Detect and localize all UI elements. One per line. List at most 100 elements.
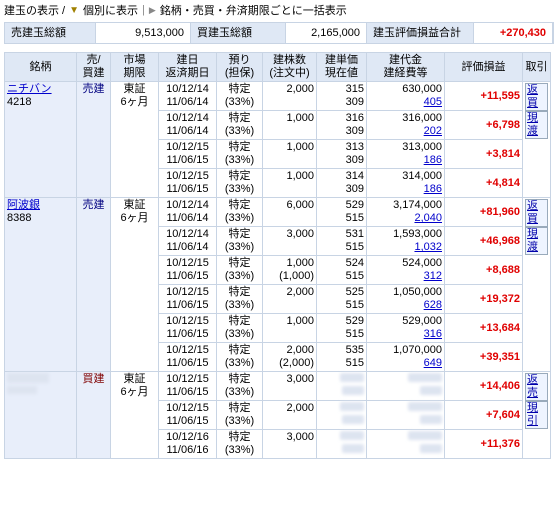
sell-total-value: 9,513,000 <box>96 23 191 43</box>
dates-cell: 10/12/14 11/06/14 <box>158 81 217 111</box>
amount-cell: 1,593,000 1,032 <box>366 226 445 256</box>
custody-cell: 特定 (33%) <box>216 255 263 285</box>
dates-cell: 10/12/15 11/06/15 <box>158 371 217 401</box>
col-amount: 建代金 建経費等 <box>366 52 445 82</box>
fee-link[interactable]: 405 <box>424 96 442 108</box>
custody-cell: 特定 (33%) <box>216 284 263 314</box>
dates-cell: 10/12/15 11/06/15 <box>158 313 217 343</box>
qty-cell: 3,000 <box>262 429 317 459</box>
price-cell-redacted: xx <box>316 371 367 401</box>
table-row: ニチバン 4218 売建 東証 6ヶ月 10/12/14 11/06/14 特定 (33%) 2,… <box>4 81 551 198</box>
dates-cell: 10/12/15 11/06/15 <box>158 139 217 169</box>
fee-link[interactable]: 2,040 <box>414 212 442 224</box>
summary-bar: 売建玉総額 9,513,000 買建玉総額 2,165,000 建玉評価損益合計… <box>4 22 554 44</box>
market-cell: 東証 6ヶ月 <box>110 371 159 459</box>
buy-total-label: 買建玉総額 <box>191 23 286 43</box>
trade-action-button[interactable]: 返買 <box>525 199 548 227</box>
table-row: xx買建東証6ヶ月10/12/1511/06/15特定(33%)3,000xxx… <box>4 371 551 459</box>
col-price: 建単価 現在値 <box>316 52 367 82</box>
amount-cell: 1,070,000 649 <box>366 342 445 372</box>
side-cell: 売建 <box>76 81 111 198</box>
bulk-display-link[interactable]: 銘柄・売買・弁済期限ごとに一括表示 <box>160 2 347 18</box>
trade-action-button[interactable]: 現渡 <box>525 111 548 139</box>
triangle-right-icon: ▶ <box>148 4 156 15</box>
term-label: 6ヶ月 <box>120 212 149 224</box>
stock-code: 4218 <box>7 96 32 108</box>
price-cell: 313 309 <box>316 139 367 169</box>
market-cell: 東証 6ヶ月 <box>110 81 159 198</box>
custody-cell: 特定 (33%) <box>216 313 263 343</box>
price-cell: 314 309 <box>316 168 367 198</box>
stock-name-cell: 阿波銀 8388 <box>4 197 77 372</box>
qty-cell: 3,000 <box>262 371 317 401</box>
fee-link[interactable]: 1,032 <box>414 241 442 253</box>
fee-link[interactable]: 628 <box>424 299 442 311</box>
trade-action-button[interactable]: 現引 <box>525 401 548 429</box>
dates-cell: 10/12/14 11/06/14 <box>158 226 217 256</box>
fee-link[interactable]: 312 <box>424 270 442 282</box>
trade-action-button[interactable]: 返売 <box>525 373 548 401</box>
pl-cell: +13,684 <box>444 313 523 343</box>
pl-cell: +4,814 <box>444 168 523 198</box>
qty-cell: 1,000 <box>262 168 317 198</box>
amount-cell: 524,000 312 <box>366 255 445 285</box>
dates-cell: 10/12/15 11/06/15 <box>158 284 217 314</box>
table-row: 阿波銀 8388 売建 東証 6ヶ月 10/12/14 11/06/14 特定 (33%) 6,0… <box>4 197 551 372</box>
pl-cell: +81,960 <box>444 197 523 227</box>
amount-cell: 529,000 316 <box>366 313 445 343</box>
stock-name-link[interactable]: 阿波銀 <box>7 199 40 211</box>
side-badge: 買建 <box>82 373 105 385</box>
amount-cell: 313,000 186 <box>366 139 445 169</box>
trade-cell: 返売 現引 <box>522 371 551 459</box>
stock-name-redacted: x <box>7 373 49 383</box>
qty-cell: 1,000 <box>262 110 317 140</box>
price-cell-redacted: xx <box>316 429 367 459</box>
stock-name-cell: ニチバン 4218 <box>4 81 77 198</box>
market-label: 東証 <box>123 83 146 95</box>
pl-cell: +46,968 <box>444 226 523 256</box>
fee-link[interactable]: 186 <box>424 154 442 166</box>
price-cell: 524 515 <box>316 255 367 285</box>
trade-action-button[interactable]: 現渡 <box>525 227 548 255</box>
stock-name-link[interactable]: ニチバン <box>7 83 52 95</box>
custody-cell: 特定 (33%) <box>216 168 263 198</box>
individual-display-link[interactable]: 個別に表示 <box>83 2 138 18</box>
col-dates: 建日 返済期日 <box>158 52 217 82</box>
pl-cell: +11,595 <box>444 81 523 111</box>
pl-cell: +39,351 <box>444 342 523 372</box>
qty-cell: 2,000 <box>262 400 317 430</box>
qty-cell: 1,000 (1,000) <box>262 255 317 285</box>
custody-cell: 特定 (33%) <box>216 81 263 111</box>
qty-cell: 1,000 <box>262 313 317 343</box>
dates-cell: 10/12/15 11/06/15 <box>158 168 217 198</box>
side-badge: 売建 <box>82 83 105 95</box>
fee-link[interactable]: 186 <box>424 183 442 195</box>
pl-cell: +19,372 <box>444 284 523 314</box>
custody-cell: 特定 (33%) <box>216 342 263 372</box>
dates-cell: 10/12/15 11/06/15 <box>158 255 217 285</box>
side-badge: 売建 <box>82 199 105 211</box>
pl-cell: +14,406 <box>444 371 523 401</box>
qty-cell: 2,000 <box>262 284 317 314</box>
qty-cell: 2,000 (2,000) <box>262 342 317 372</box>
table-header-row: 銘柄 売/買建 市場 期限 建日 返済期日 預り (担保) 建株数 (注文中) 建単価現… <box>4 52 551 82</box>
fee-link[interactable]: 316 <box>424 328 442 340</box>
price-cell: 529 515 <box>316 313 367 343</box>
custody-cell: 特定 (33%) <box>216 400 263 430</box>
fee-link[interactable]: 202 <box>424 125 442 137</box>
display-label: 建玉の表示 / <box>4 5 66 17</box>
custody-cell: 特定 (33%) <box>216 197 263 227</box>
col-market: 市場 期限 <box>110 52 159 82</box>
price-cell: 315 309 <box>316 81 367 111</box>
stock-code: 8388 <box>7 212 32 224</box>
amount-cell: 630,000 405 <box>366 81 445 111</box>
fee-link[interactable]: 649 <box>424 357 442 369</box>
trade-action-button[interactable]: 返買 <box>525 83 548 111</box>
buy-total-value: 2,165,000 <box>286 23 367 43</box>
custody-cell: 特定 (33%) <box>216 429 263 459</box>
col-qty: 建株数 (注文中) <box>262 52 317 82</box>
dates-cell: 10/12/14 11/06/14 <box>158 197 217 227</box>
col-custody: 預り (担保) <box>216 52 263 82</box>
term-label: 6ヶ月 <box>120 386 149 398</box>
term-label: 6ヶ月 <box>120 96 149 108</box>
